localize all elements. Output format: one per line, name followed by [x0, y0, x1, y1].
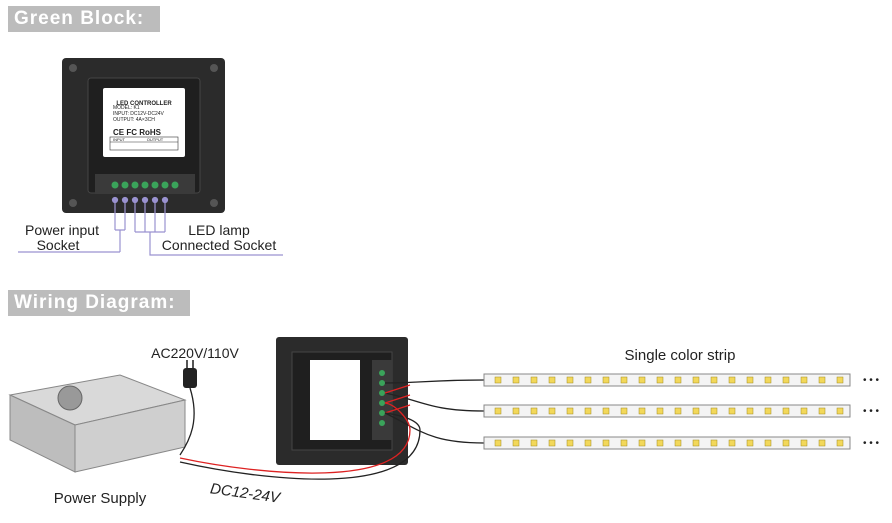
led-chip — [818, 439, 826, 447]
led-chip — [512, 439, 520, 447]
led-chip — [584, 439, 592, 447]
led-chip — [494, 439, 502, 447]
callout-led-line2: Connected Socket — [161, 237, 277, 253]
led-chip — [530, 407, 538, 415]
led-chip — [530, 439, 538, 447]
led-strip-1 — [483, 373, 851, 387]
led-chip — [566, 376, 574, 384]
strip-continuation-3: • • • — [862, 438, 880, 449]
led-chip — [782, 376, 790, 384]
led-chip — [620, 439, 628, 447]
led-strip-2 — [483, 404, 851, 418]
strip-continuation-1: • • • — [862, 375, 880, 386]
callout-led-line1: LED lamp — [188, 222, 250, 238]
led-chip — [782, 407, 790, 415]
led-chip — [674, 376, 682, 384]
led-chip — [656, 376, 664, 384]
led-chip — [800, 439, 808, 447]
led-chip — [746, 376, 754, 384]
led-chip — [548, 407, 556, 415]
diagram-canvas — [8, 58, 851, 480]
led-chip — [656, 439, 664, 447]
led-chip — [818, 407, 826, 415]
led-chip — [512, 407, 520, 415]
led-chip — [836, 376, 844, 384]
led-chip — [602, 376, 610, 384]
led-chip — [656, 407, 664, 415]
led-chip — [746, 439, 754, 447]
led-chip — [836, 439, 844, 447]
led-chip — [710, 376, 718, 384]
label-table-output: OUTPUT — [146, 137, 164, 142]
led-chip — [674, 407, 682, 415]
led-strip-3 — [483, 436, 851, 450]
led-chip — [584, 407, 592, 415]
led-chip — [494, 407, 502, 415]
led-chip — [782, 439, 790, 447]
led-chip — [728, 376, 736, 384]
led-chip — [728, 439, 736, 447]
led-chip — [494, 376, 502, 384]
led-chip — [530, 376, 538, 384]
led-chip — [764, 439, 772, 447]
led-chip — [692, 407, 700, 415]
label-table-input: INPUT — [113, 137, 125, 142]
led-chip — [836, 407, 844, 415]
led-chip — [620, 376, 628, 384]
led-chip — [818, 376, 826, 384]
led-chip — [584, 376, 592, 384]
led-chip — [746, 407, 754, 415]
led-chip — [566, 439, 574, 447]
led-chip — [638, 376, 646, 384]
callout-power-line1: Power input — [25, 222, 99, 238]
led-chip — [602, 439, 610, 447]
ac-label: AC220V/110V — [151, 345, 239, 361]
led-chip — [602, 407, 610, 415]
strip-continuation-2: • • • — [862, 406, 880, 417]
led-chip — [800, 376, 808, 384]
led-chip — [764, 407, 772, 415]
power-supply — [8, 374, 187, 473]
led-chip — [674, 439, 682, 447]
led-chip — [566, 407, 574, 415]
led-chip — [548, 376, 556, 384]
ac-plug — [183, 360, 197, 388]
led-chip — [710, 439, 718, 447]
callout-power-line2: Socket — [36, 237, 80, 253]
led-chip — [800, 407, 808, 415]
led-chip — [620, 407, 628, 415]
led-chip — [548, 439, 556, 447]
led-chip — [638, 439, 646, 447]
strip-label: Single color strip — [624, 347, 736, 364]
power-supply-label: Power Supply — [53, 490, 147, 507]
led-chip — [692, 376, 700, 384]
led-chip — [710, 407, 718, 415]
wiring-controller-panel — [276, 337, 408, 465]
label-output: OUTPUT: 4A×3CH — [113, 117, 155, 123]
led-chip — [638, 407, 646, 415]
led-chip — [512, 376, 520, 384]
led-chip — [764, 376, 772, 384]
led-chip — [728, 407, 736, 415]
led-chip — [692, 439, 700, 447]
